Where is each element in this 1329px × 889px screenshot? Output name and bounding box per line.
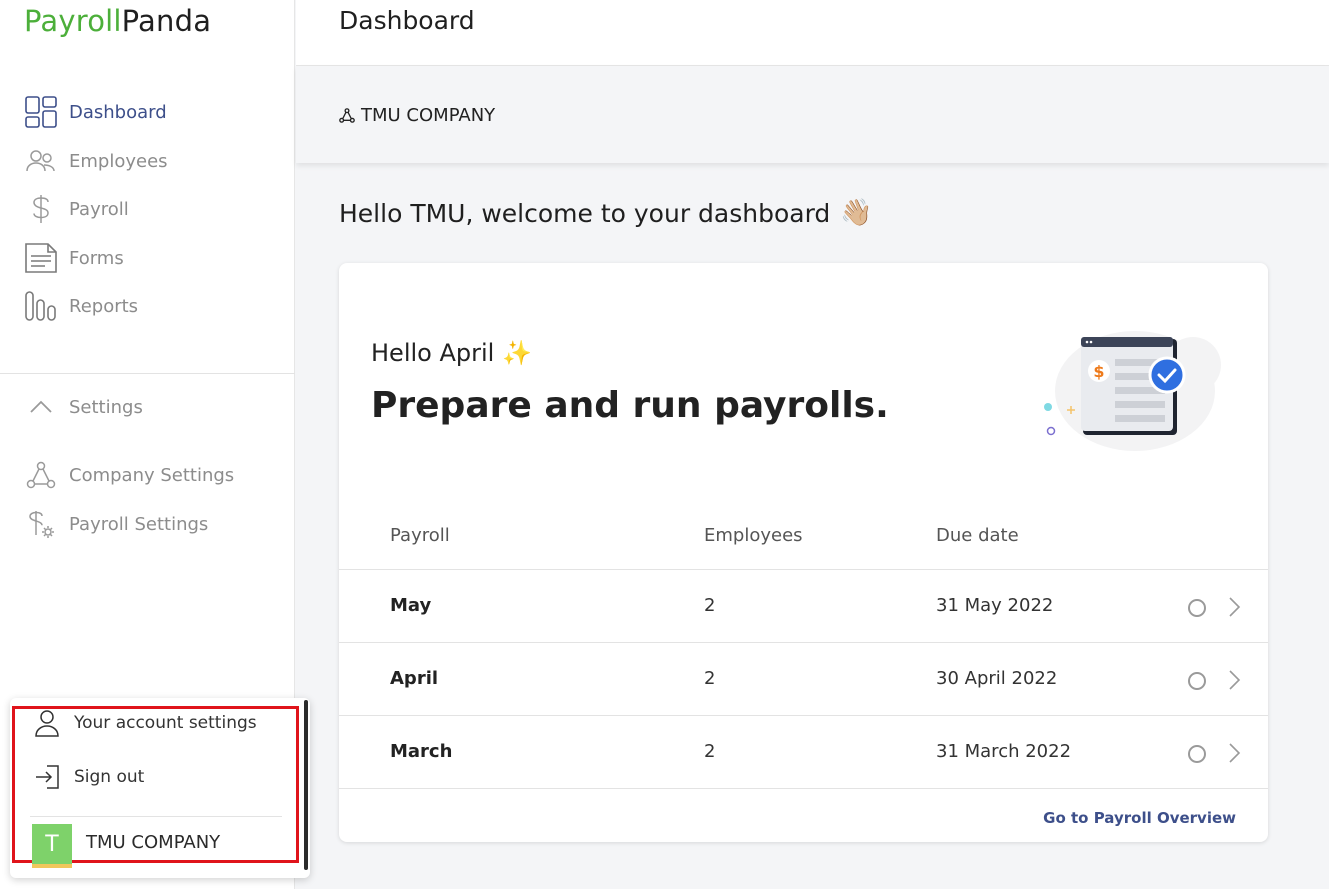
sidebar-item-employees[interactable]: Employees — [24, 141, 284, 181]
company-bar: TMU COMPANY — [296, 66, 1329, 163]
table-row[interactable]: May 2 31 May 2022 — [339, 569, 1268, 642]
sidebar-item-payroll-settings[interactable]: Payroll Settings — [24, 504, 284, 544]
row-payroll: April — [390, 668, 439, 689]
logo[interactable]: PayrollPanda — [24, 4, 211, 38]
sidebar-item-label: Reports — [69, 295, 139, 317]
column-header-due-date: Due date — [936, 525, 1019, 546]
row-employees: 2 — [704, 741, 716, 762]
row-payroll: March — [390, 741, 453, 762]
chevron-up-icon — [24, 390, 58, 424]
sidebar-item-label: Payroll Settings — [69, 513, 209, 535]
row-due-date: 31 March 2022 — [936, 741, 1072, 762]
card-greeting-text: Hello April — [371, 339, 495, 367]
column-header-payroll: Payroll — [390, 525, 450, 546]
avatar-accent — [32, 864, 72, 868]
chevron-right-icon[interactable] — [1225, 668, 1243, 692]
sidebar-item-label: Company Settings — [69, 464, 235, 486]
account-popup-menu: Your account settings Sign out T TMU COM… — [10, 698, 310, 878]
card-headline: Prepare and run payrolls. — [371, 385, 889, 426]
payroll-illustration: $ — [1044, 331, 1221, 451]
users-icon — [24, 144, 58, 178]
sign-out-item[interactable]: Sign out — [32, 762, 144, 792]
logo-part-2: Panda — [121, 4, 212, 38]
chevron-right-icon[interactable] — [1225, 595, 1243, 619]
sidebar-item-dashboard[interactable]: Dashboard — [24, 92, 284, 132]
row-employees: 2 — [704, 595, 716, 616]
sidebar-item-label: Forms — [69, 247, 124, 269]
popup-company-name[interactable]: TMU COMPANY — [86, 832, 220, 853]
dollar-gear-icon — [24, 507, 58, 541]
bar-chart-icon — [24, 289, 58, 323]
row-due-date: 31 May 2022 — [936, 595, 1054, 616]
chevron-right-icon[interactable] — [1225, 741, 1243, 765]
sidebar-item-label: Dashboard — [69, 101, 167, 123]
welcome-text: Hello TMU, welcome to your dashboard — [339, 198, 831, 228]
dashboard-grid-icon — [24, 95, 58, 129]
payroll-overview-link[interactable]: Go to Payroll Overview — [1043, 809, 1236, 827]
document-icon — [24, 241, 58, 275]
account-settings-label: Your account settings — [74, 713, 257, 733]
settings-label: Settings — [69, 396, 143, 418]
welcome-heading: Hello TMU, welcome to your dashboard 👋🏼 — [339, 198, 873, 228]
company-network-icon — [24, 458, 58, 492]
illustration-dollar-symbol: $ — [1093, 362, 1104, 381]
sidebar-item-payroll[interactable]: Payroll — [24, 189, 284, 229]
logo-part-1: Payroll — [24, 4, 122, 38]
account-settings-item[interactable]: Your account settings — [32, 708, 257, 738]
top-header: Dashboard — [296, 0, 1329, 66]
sidebar-item-reports[interactable]: Reports — [24, 286, 284, 326]
company-selector[interactable]: TMU COMPANY — [339, 105, 495, 126]
column-header-employees: Employees — [704, 525, 803, 546]
sidebar-item-company-settings[interactable]: Company Settings — [24, 455, 284, 495]
settings-toggle[interactable]: Settings — [24, 387, 284, 427]
company-avatar: T — [32, 824, 72, 864]
card-greeting: Hello April ✨ — [371, 339, 532, 367]
status-circle-icon — [1188, 599, 1206, 617]
payroll-card: Hello April ✨ Prepare and run payrolls. … — [339, 263, 1268, 842]
popup-separator — [30, 816, 282, 817]
sidebar-item-label: Payroll — [69, 198, 129, 220]
waving-hand-emoji: 👋🏼 — [840, 198, 873, 228]
row-payroll: May — [390, 595, 432, 616]
table-row[interactable]: March 2 31 March 2022 — [339, 715, 1268, 788]
dollar-icon — [24, 192, 58, 226]
sidebar-divider — [0, 373, 295, 374]
row-employees: 2 — [704, 668, 716, 689]
sign-out-icon — [32, 762, 62, 792]
sidebar-item-forms[interactable]: Forms — [24, 238, 284, 278]
sparkles-emoji: ✨ — [502, 339, 533, 367]
status-circle-icon — [1188, 745, 1206, 763]
company-name: TMU COMPANY — [361, 105, 496, 126]
user-icon — [32, 708, 62, 738]
status-circle-icon — [1188, 672, 1206, 690]
table-row[interactable]: April 2 30 April 2022 — [339, 642, 1268, 715]
sidebar-item-label: Employees — [69, 150, 168, 172]
page-title: Dashboard — [339, 6, 475, 35]
company-network-icon — [339, 108, 355, 123]
popup-scrollbar[interactable] — [304, 700, 308, 870]
sign-out-label: Sign out — [74, 767, 145, 787]
row-due-date: 30 April 2022 — [936, 668, 1058, 689]
card-footer-divider — [339, 788, 1268, 789]
